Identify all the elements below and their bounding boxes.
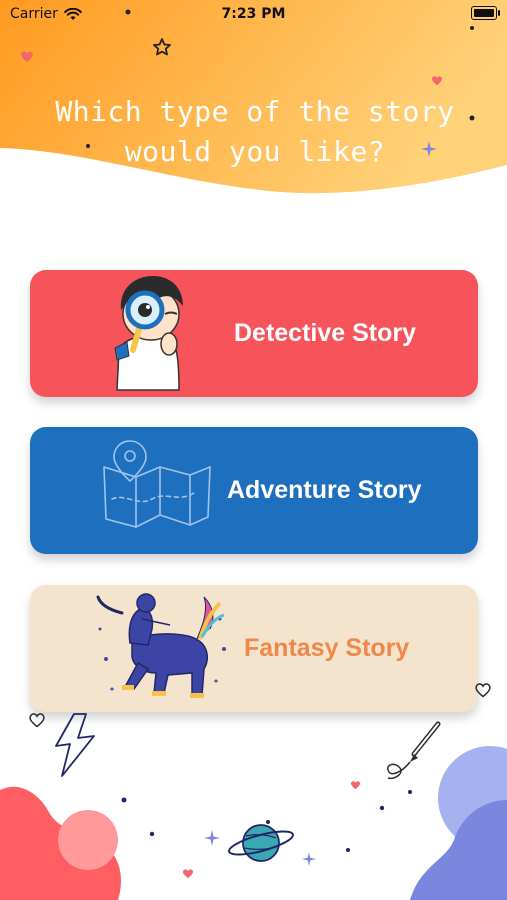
purple-blob-decoration [410,746,507,900]
title-line-2: would you like? [124,135,386,168]
star-outline-icon [153,38,171,56]
pink-blob-decoration [0,786,122,900]
adventure-story-label: Adventure Story [227,476,422,504]
planet-icon [228,824,294,862]
boy-with-magnifier-icon [114,276,183,391]
centaur-icon [96,593,226,698]
title-line-1: Which type of the story [55,95,455,128]
detective-story-button[interactable]: Detective Story [30,270,478,397]
fantasy-story-button[interactable]: Fantasy Story [30,585,478,712]
page-title: Which type of the story would you like? [40,92,470,172]
sparkle-icon [302,852,316,866]
status-right [471,6,500,24]
heart-outline-icon [475,683,491,698]
status-bar: Carrier 7:23 PM [0,0,507,28]
heart-outline-icon [29,713,45,728]
fantasy-story-label: Fantasy Story [244,634,410,662]
story-type-screen: Carrier 7:23 PM Which type of the story … [0,0,507,900]
adventure-story-button[interactable]: Adventure Story [30,427,478,554]
heart-icon [431,76,443,86]
detective-story-label: Detective Story [234,319,417,347]
heart-icon [21,51,33,62]
sparkle-icon [204,830,220,846]
battery-icon [471,6,500,20]
status-time: 7:23 PM [221,6,286,22]
map-pin-icon [103,440,211,528]
lightning-icon [55,713,95,777]
